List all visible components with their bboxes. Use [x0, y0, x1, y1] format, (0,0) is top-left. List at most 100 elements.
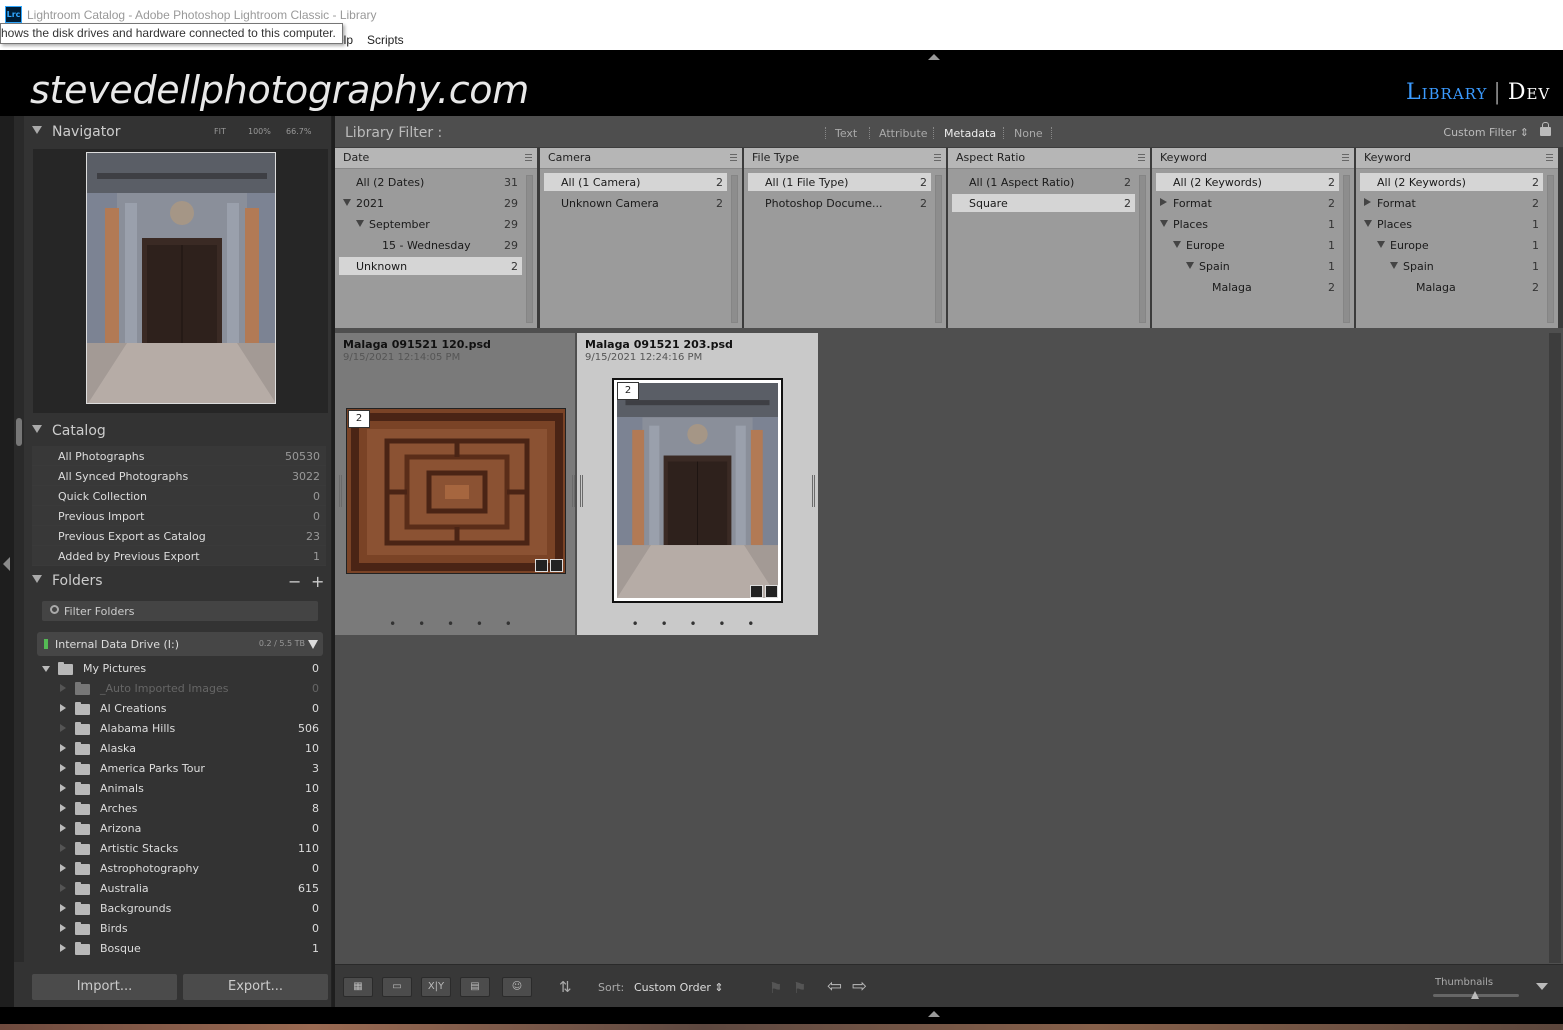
metadata-filter-row[interactable]: Places 1	[1156, 215, 1339, 233]
metadata-filter-row[interactable]: All (2 Keywords) 2	[1156, 173, 1339, 191]
remove-folder-button[interactable]: −	[288, 572, 301, 591]
stack-count-badge[interactable]: 2	[348, 410, 370, 428]
folder-row[interactable]: My Pictures 0	[32, 659, 328, 679]
stack-count-badge[interactable]: 2	[617, 382, 639, 400]
toolbar-menu-icon[interactable]	[1536, 983, 1548, 990]
metadata-filter-row[interactable]: All (1 Camera) 2	[544, 173, 727, 191]
metadata-filter-row[interactable]: Format 2	[1360, 194, 1543, 212]
metadata-filter-row[interactable]: September 29	[339, 215, 522, 233]
drive-menu-icon[interactable]	[308, 640, 318, 649]
catalog-item[interactable]: Added by Previous Export 1	[32, 546, 326, 566]
top-panel-toggle-icon[interactable]	[928, 54, 940, 60]
column-scrollbar[interactable]	[526, 175, 533, 323]
metadata-filter-row[interactable]: Europe 1	[1156, 236, 1339, 254]
metadata-filter-row[interactable]: All (2 Keywords) 2	[1360, 173, 1543, 191]
metadata-filter-row[interactable]: All (1 Aspect Ratio) 2	[952, 173, 1135, 191]
folder-row[interactable]: Australia 615	[32, 879, 328, 899]
cell-resize-handle[interactable]	[812, 475, 815, 507]
folder-row[interactable]: America Parks Tour 3	[32, 759, 328, 779]
metadata-column-header[interactable]: Aspect Ratio	[948, 148, 1150, 169]
nav-zoom-custom[interactable]: 66.7%	[286, 127, 311, 136]
export-button[interactable]: Export...	[183, 974, 328, 1000]
folder-row[interactable]: Animals 10	[32, 779, 328, 799]
column-menu-icon[interactable]	[525, 154, 532, 161]
cell-resize-handle[interactable]	[572, 475, 575, 507]
metadata-filter-row[interactable]: 2021 29	[339, 194, 522, 212]
metadata-filter-row[interactable]: All (2 Dates) 31	[339, 173, 522, 191]
sort-direction-icon[interactable]: ⇅	[559, 978, 572, 996]
photo-thumbnail[interactable]	[612, 378, 783, 603]
folder-row[interactable]: Birds 0	[32, 919, 328, 939]
expand-triangle-icon[interactable]	[60, 944, 66, 952]
expand-triangle-icon[interactable]	[60, 804, 66, 812]
scrollbar-thumb[interactable]	[16, 418, 22, 446]
collapse-triangle-icon[interactable]	[1364, 220, 1372, 227]
filter-folders-input[interactable]: Filter Folders	[42, 601, 318, 621]
sort-select[interactable]: Custom Order ⇕	[634, 981, 724, 994]
column-scrollbar[interactable]	[1547, 175, 1554, 323]
compare-view-icon[interactable]: X|Y	[421, 977, 451, 997]
navigator-header[interactable]: Navigator	[32, 124, 121, 148]
expand-triangle-icon[interactable]	[1160, 198, 1167, 206]
expand-triangle-icon[interactable]	[60, 904, 66, 912]
cell-resize-handle[interactable]	[580, 475, 583, 507]
filter-tab-metadata[interactable]: Metadata	[944, 127, 996, 140]
metadata-filter-row[interactable]: Malaga 2	[1360, 278, 1543, 296]
expand-triangle-icon[interactable]	[60, 824, 66, 832]
metadata-filter-row[interactable]: 15 - Wednesday 29	[339, 236, 522, 254]
filter-tab-text[interactable]: Text	[835, 127, 857, 140]
keyword-badge-icon[interactable]	[535, 559, 548, 572]
expand-triangle-icon[interactable]	[60, 744, 66, 752]
photo-thumbnail[interactable]	[346, 408, 566, 574]
expand-triangle-icon[interactable]	[1364, 198, 1371, 206]
column-scrollbar[interactable]	[935, 175, 942, 323]
metadata-filter-row[interactable]: Malaga 2	[1156, 278, 1339, 296]
column-scrollbar[interactable]	[1343, 175, 1350, 323]
add-folder-button[interactable]: +	[311, 572, 324, 591]
lock-icon[interactable]	[1540, 122, 1551, 136]
metadata-filter-row[interactable]: Unknown 2	[339, 257, 522, 275]
folder-row[interactable]: _Auto Imported Images 0	[32, 679, 328, 699]
collapse-triangle-icon[interactable]	[343, 199, 351, 206]
navigator-preview[interactable]	[33, 149, 328, 413]
collapse-triangle-icon[interactable]	[1173, 241, 1181, 248]
nav-zoom-fit[interactable]: FIT	[214, 127, 226, 136]
menu-scripts[interactable]: Scripts	[367, 33, 404, 47]
folder-row[interactable]: AI Creations 0	[32, 699, 328, 719]
metadata-badge-icon[interactable]	[550, 559, 563, 572]
filter-tab-attribute[interactable]: Attribute	[879, 127, 928, 140]
grid-scrollbar[interactable]	[1549, 333, 1561, 963]
metadata-filter-row[interactable]: Europe 1	[1360, 236, 1543, 254]
metadata-filter-row[interactable]: Format 2	[1156, 194, 1339, 212]
folder-row[interactable]: Backgrounds 0	[32, 899, 328, 919]
column-menu-icon[interactable]	[934, 154, 941, 161]
catalog-item[interactable]: Quick Collection 0	[32, 486, 326, 506]
filter-tab-none[interactable]: None	[1014, 127, 1043, 140]
metadata-column-header[interactable]: File Type	[744, 148, 946, 169]
nav-zoom-100[interactable]: 100%	[248, 127, 271, 136]
metadata-column-header[interactable]: Date	[335, 148, 537, 169]
collapse-triangle-icon[interactable]	[356, 220, 364, 227]
metadata-filter-row[interactable]: All (1 File Type) 2	[748, 173, 931, 191]
metadata-filter-row[interactable]: Places 1	[1360, 215, 1543, 233]
rating-dots[interactable]: • • • • •	[335, 617, 575, 631]
expand-triangle-icon[interactable]	[60, 764, 66, 772]
previous-photo-icon[interactable]: ⇦	[827, 976, 842, 997]
column-menu-icon[interactable]	[1546, 154, 1553, 161]
expand-triangle-icon[interactable]	[60, 704, 66, 712]
grid-cell-selected[interactable]: Malaga 091521 203.psd 9/15/2021 12:24:16…	[577, 333, 818, 635]
expand-triangle-icon[interactable]	[60, 924, 66, 932]
folder-row[interactable]: Alabama Hills 506	[32, 719, 328, 739]
folder-row[interactable]: Alaska 10	[32, 739, 328, 759]
keyword-badge-icon[interactable]	[750, 585, 763, 598]
slider-knob[interactable]	[1471, 991, 1479, 999]
folder-row[interactable]: Astrophotography 0	[32, 859, 328, 879]
expand-triangle-icon[interactable]	[60, 864, 66, 872]
folder-row[interactable]: Arches 8	[32, 799, 328, 819]
catalog-item[interactable]: Previous Import 0	[32, 506, 326, 526]
column-menu-icon[interactable]	[730, 154, 737, 161]
expand-triangle-icon[interactable]	[42, 666, 50, 672]
filter-preset-select[interactable]: Custom Filter ⇕	[1443, 126, 1529, 139]
grid-cell[interactable]: Malaga 091521 120.psd 9/15/2021 12:14:05…	[335, 333, 575, 635]
module-library[interactable]: Library	[1406, 80, 1487, 105]
